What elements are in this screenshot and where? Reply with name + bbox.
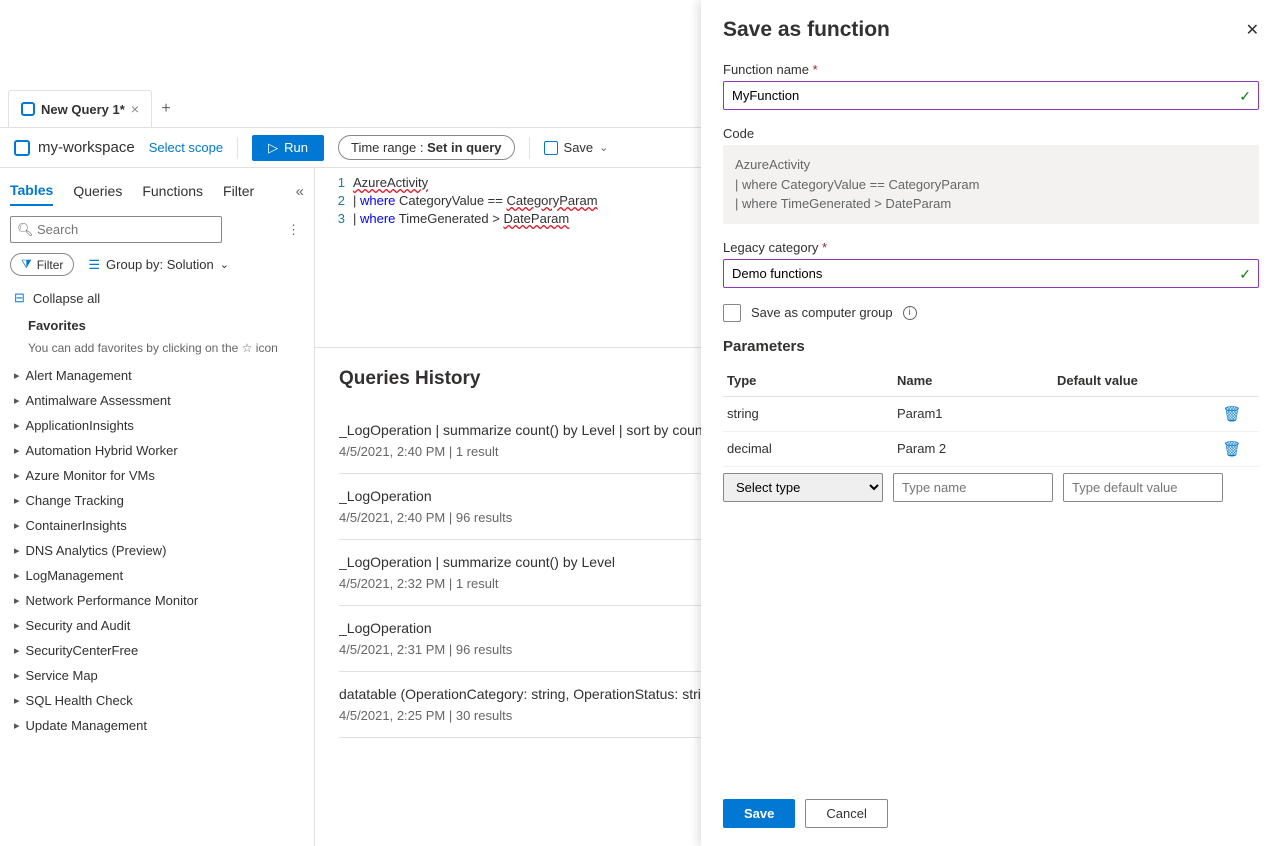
legacy-category-label: Legacy category *: [723, 240, 1259, 255]
workspace-picker[interactable]: my-workspace: [14, 139, 135, 156]
favorites-hint: You can add favorites by clicking on the…: [28, 339, 286, 357]
tree-node[interactable]: ▸Change Tracking: [10, 488, 300, 513]
code-preview: AzureActivity | where CategoryValue == C…: [723, 145, 1259, 224]
col-name: Name: [897, 373, 1057, 388]
chevron-down-icon: ⌄: [599, 141, 608, 154]
cancel-button[interactable]: Cancel: [805, 799, 887, 828]
run-button[interactable]: ▷ Run: [252, 135, 324, 161]
tree-node[interactable]: ▸Network Performance Monitor: [10, 588, 300, 613]
tree-node[interactable]: ▸ApplicationInsights: [10, 413, 300, 438]
save-as-group-label: Save as computer group: [751, 305, 893, 320]
play-icon: ▷: [268, 140, 278, 156]
tree-node[interactable]: ▸Automation Hybrid Worker: [10, 438, 300, 463]
tree-node[interactable]: ▸Antimalware Assessment: [10, 388, 300, 413]
save-as-function-panel: Save as function ✕ Function name * ✓ Cod…: [701, 0, 1281, 846]
tree-node[interactable]: ▸LogManagement: [10, 563, 300, 588]
caret-icon: ▸: [14, 619, 20, 632]
caret-icon: ▸: [14, 469, 20, 482]
caret-icon: ▸: [14, 394, 20, 407]
save-button[interactable]: Save: [723, 799, 795, 828]
collapse-sidebar-icon[interactable]: «: [296, 183, 304, 200]
caret-icon: ▸: [14, 494, 20, 507]
function-name-input[interactable]: [723, 81, 1259, 110]
tab-title: New Query 1*: [41, 102, 125, 117]
parameters-title: Parameters: [723, 338, 1259, 355]
tab-functions[interactable]: Functions: [142, 177, 203, 205]
tree-node[interactable]: ▸Update Management: [10, 713, 300, 738]
info-icon[interactable]: i: [903, 306, 917, 320]
caret-icon: ▸: [14, 569, 20, 582]
caret-icon: ▸: [14, 594, 20, 607]
sidebar: Tables Queries Functions Filter « 🔍︎ ⋮ ⧩…: [0, 168, 315, 846]
function-name-label: Function name *: [723, 62, 1259, 77]
disk-icon: [544, 141, 558, 155]
legacy-category-input[interactable]: [723, 259, 1259, 288]
save-dropdown[interactable]: Save ⌄: [544, 140, 609, 155]
groupby-dropdown[interactable]: ☰ Group by: Solution ⌄: [88, 257, 229, 273]
caret-icon: ▸: [14, 519, 20, 532]
tab-queries[interactable]: Queries: [73, 177, 122, 205]
tree-node[interactable]: ▸Service Map: [10, 663, 300, 688]
param-row: decimalParam 2🗑: [723, 432, 1259, 467]
param-name-input[interactable]: [893, 473, 1053, 502]
tree-node[interactable]: ▸DNS Analytics (Preview): [10, 538, 300, 563]
query-tab[interactable]: New Query 1* ×: [8, 90, 152, 127]
panel-title: Save as function: [723, 18, 890, 42]
tree-node[interactable]: ▸Alert Management: [10, 363, 300, 388]
save-as-group-checkbox[interactable]: [723, 304, 741, 322]
time-range-picker[interactable]: Time range : Set in query: [338, 135, 515, 160]
col-type: Type: [727, 373, 897, 388]
query-icon: [21, 102, 35, 116]
check-icon: ✓: [1239, 88, 1251, 105]
caret-icon: ▸: [14, 444, 20, 457]
favorites-section: Favorites You can add favorites by click…: [10, 312, 304, 363]
caret-icon: ▸: [14, 719, 20, 732]
param-default-input[interactable]: [1063, 473, 1223, 502]
search-icon: 🔍︎: [17, 222, 34, 238]
code-label: Code: [723, 126, 1259, 141]
caret-icon: ▸: [14, 544, 20, 557]
list-icon: ☰: [88, 257, 100, 273]
select-scope-link[interactable]: Select scope: [149, 140, 223, 155]
delete-param-icon[interactable]: 🗑: [1217, 440, 1247, 458]
close-tab-icon[interactable]: ×: [131, 101, 139, 117]
tree-node[interactable]: ▸Security and Audit: [10, 613, 300, 638]
tree-node[interactable]: ▸SecurityCenterFree: [10, 638, 300, 663]
new-tab-button[interactable]: +: [152, 100, 180, 118]
col-default: Default value: [1057, 373, 1217, 388]
caret-icon: ▸: [14, 694, 20, 707]
tables-tree[interactable]: ▸Alert Management▸Antimalware Assessment…: [10, 363, 304, 846]
param-row: stringParam1🗑: [723, 397, 1259, 432]
filter-chip[interactable]: ⧩ Filter: [10, 253, 74, 276]
favorites-title: Favorites: [28, 318, 286, 333]
collapse-all-button[interactable]: ⊟ Collapse all: [10, 284, 304, 312]
tree-node[interactable]: ▸SQL Health Check: [10, 688, 300, 713]
chevron-down-icon: ⌄: [220, 258, 229, 271]
close-panel-button[interactable]: ✕: [1246, 20, 1259, 40]
sidebar-tabs: Tables Queries Functions Filter «: [10, 176, 304, 206]
caret-icon: ▸: [14, 419, 20, 432]
check-icon: ✓: [1239, 266, 1251, 283]
workspace-icon: [14, 140, 30, 156]
sidebar-search-input[interactable]: [10, 216, 222, 243]
tree-node[interactable]: ▸ContainerInsights: [10, 513, 300, 538]
collapse-icon: ⊟: [14, 290, 25, 306]
delete-param-icon[interactable]: 🗑: [1217, 405, 1247, 423]
caret-icon: ▸: [14, 669, 20, 682]
tab-tables[interactable]: Tables: [10, 176, 53, 206]
param-type-select[interactable]: Select type: [723, 473, 883, 502]
tree-node[interactable]: ▸Azure Monitor for VMs: [10, 463, 300, 488]
filter-icon: ⧩: [21, 257, 32, 272]
more-options-icon[interactable]: ⋮: [283, 222, 304, 238]
tab-filter[interactable]: Filter: [223, 177, 254, 205]
caret-icon: ▸: [14, 369, 20, 382]
workspace-name: my-workspace: [38, 139, 135, 156]
caret-icon: ▸: [14, 644, 20, 657]
